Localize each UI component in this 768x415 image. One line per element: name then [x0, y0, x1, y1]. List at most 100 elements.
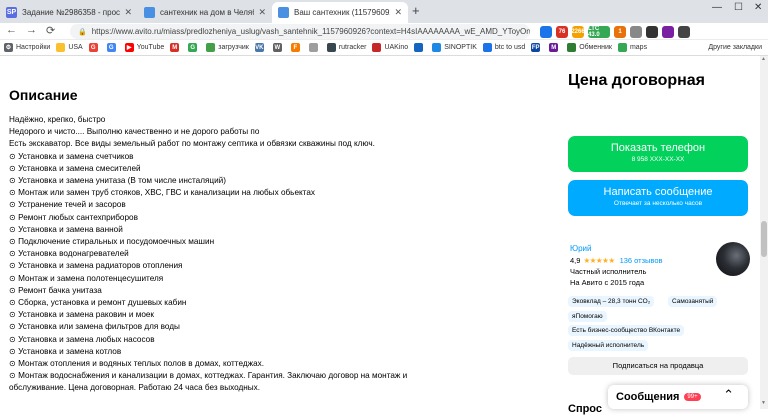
- description-line: Недорого и чисто.... Выполню качественно…: [9, 127, 260, 137]
- extension-icon[interactable]: [540, 26, 552, 38]
- sp-icon: SP: [6, 7, 17, 18]
- extension-icon[interactable]: 76: [556, 26, 568, 38]
- extension-icon[interactable]: 1: [614, 26, 626, 38]
- reliable-badge[interactable]: Надёжный исполнитель: [568, 340, 649, 351]
- bookmark-rutracker[interactable]: rutracker: [326, 43, 366, 52]
- seller-name[interactable]: Юрий: [570, 244, 591, 253]
- description-line: ⊙ Установка и замена котлов: [9, 346, 122, 356]
- description-line: ⊙ Установка или замена фильтров для воды: [9, 322, 180, 332]
- seller-since: На Авито с 2015 года: [570, 278, 645, 287]
- description-line: ⊙ Установка и замена счетчиков: [9, 151, 134, 161]
- fp-icon: FP: [531, 43, 541, 52]
- bookmark-vk[interactable]: VK: [254, 43, 267, 52]
- show-phone-label: Показать телефон: [610, 142, 706, 154]
- bookmark-uakino[interactable]: UAKino: [372, 43, 408, 52]
- bookmark-f[interactable]: F: [290, 43, 303, 52]
- bookmark-fp[interactable]: FP: [531, 43, 543, 52]
- extension-icon[interactable]: [646, 26, 658, 38]
- weather-icon: [432, 43, 442, 52]
- description-line: Надёжно, крепко, быстро: [9, 115, 106, 124]
- scrollbar-thumb[interactable]: [761, 221, 767, 257]
- bookmark-btc[interactable]: btc to usd: [482, 43, 525, 52]
- description-line: ⊙ Установка и замена любых насосов: [9, 334, 155, 344]
- tab-task[interactable]: SP Задание №2986358 - просмотр з ✕: [0, 2, 138, 23]
- tab-listing[interactable]: Ваш сантехник (1157960926) ✕: [272, 2, 408, 23]
- minimize-button[interactable]: —: [712, 2, 722, 13]
- forward-button[interactable]: →: [26, 24, 37, 36]
- maximize-button[interactable]: ☐: [734, 2, 743, 13]
- close-icon[interactable]: ✕: [124, 7, 132, 18]
- description-line: ⊙ Устранение течей и засоров: [9, 200, 126, 210]
- gmail-icon: M: [170, 43, 180, 52]
- page-content: Описание Надёжно, крепко, быстро Недорог…: [0, 56, 768, 415]
- scroll-down-icon[interactable]: ▼: [761, 400, 766, 406]
- back-button[interactable]: ←: [6, 24, 17, 36]
- bookmark-youtube[interactable]: ▶ YouTube: [124, 43, 164, 52]
- bookmarks-bar: ⚙ Настройки USA G G ▶ YouTube M G загрузчи…: [0, 40, 768, 56]
- close-icon[interactable]: ✕: [394, 7, 402, 18]
- description-line: ⊙ Монтаж или замен труб стояков, ХВС, ГВ…: [9, 188, 315, 198]
- show-phone-button[interactable]: Показать телефон 8 958 XXX-XX-XX: [568, 136, 748, 172]
- google-icon: [482, 43, 492, 52]
- bookmark-gmail[interactable]: M: [170, 43, 182, 52]
- scroll-up-icon[interactable]: ▲: [761, 56, 766, 62]
- bookmark-google[interactable]: G: [88, 43, 101, 52]
- gear-icon: ⚙: [4, 43, 13, 52]
- extension-icon[interactable]: [630, 26, 642, 38]
- eco-badge[interactable]: Эковклад – 28,3 тонн CO₂: [568, 296, 655, 307]
- bookmark-downloader[interactable]: загрузчик: [206, 43, 249, 52]
- bookmark-m[interactable]: M: [549, 43, 561, 52]
- bookmark-google[interactable]: G: [106, 43, 119, 52]
- messages-widget[interactable]: Сообщения 99+ ⌃: [608, 385, 748, 409]
- window-close-button[interactable]: ✕: [754, 2, 762, 13]
- bookmark-usa[interactable]: USA: [56, 43, 83, 52]
- seller-type: Частный исполнитель: [570, 267, 647, 276]
- extension-icon[interactable]: [662, 26, 674, 38]
- reviews-link[interactable]: 136 отзывов: [620, 256, 663, 265]
- messages-count-badge: 99+: [684, 393, 701, 401]
- new-tab-button[interactable]: +: [412, 3, 420, 18]
- bookmark-maps[interactable]: maps: [617, 43, 647, 52]
- document-icon: [308, 43, 318, 52]
- bookmark-exchanger[interactable]: Обменник: [567, 43, 612, 52]
- vk-community-badge[interactable]: Есть бизнес-сообщество ВКонтакте: [568, 325, 685, 336]
- description-line: ⊙ Установка и замена радиаторов отоплени…: [9, 261, 183, 271]
- profile-icon[interactable]: [678, 26, 690, 38]
- description-line: ⊙ Подключение стиральных и посудомоечных…: [9, 237, 215, 247]
- bookmark-w[interactable]: W: [272, 43, 285, 52]
- description-line: ⊙ Ремонт бачка унитаза: [9, 285, 102, 295]
- bookmark-icon: [414, 43, 424, 52]
- description-line: ⊙ Сборка, установка и ремонт душевых каб…: [9, 298, 187, 308]
- bookmark-extra[interactable]: [414, 43, 426, 52]
- google-icon: G: [88, 43, 98, 52]
- write-message-button[interactable]: Написать сообщение Отвечает за несколько…: [568, 180, 748, 216]
- section-heading: Спрос: [568, 403, 602, 415]
- bookmark-settings[interactable]: ⚙ Настройки: [4, 43, 50, 52]
- bookmark-sinoptik[interactable]: SINOPTIK: [432, 43, 477, 52]
- price: Цена договорная: [568, 72, 706, 89]
- tab-strip: SP Задание №2986358 - просмотр з ✕ санте…: [0, 0, 768, 23]
- avatar[interactable]: [716, 242, 750, 276]
- uakino-icon: [372, 43, 382, 52]
- bookmark-doc[interactable]: [308, 43, 321, 52]
- google-icon: G: [188, 43, 198, 52]
- url-input[interactable]: 🔒 https://www.avito.ru/miass/predlozheni…: [70, 24, 530, 39]
- extension-icon[interactable]: LTC 43.0: [588, 26, 610, 38]
- tab-search[interactable]: сантехник на дом в Челябинске ✕: [138, 2, 272, 23]
- google-icon: G: [106, 43, 116, 52]
- selfemployed-badge[interactable]: Самозанятый: [668, 296, 718, 307]
- chevron-up-icon[interactable]: ⌃: [723, 387, 734, 403]
- bookmark-google[interactable]: G: [188, 43, 200, 52]
- other-bookmarks[interactable]: Другие закладки: [708, 44, 762, 51]
- extension-icon[interactable]: 2266: [571, 26, 585, 38]
- subscribe-button[interactable]: Подписаться на продавца: [568, 357, 748, 375]
- rating-stars-icon: ★★★★★: [583, 256, 615, 265]
- tab-label: Задание №2986358 - просмотр з: [22, 8, 121, 17]
- scrollbar[interactable]: ▲ ▼: [760, 56, 768, 409]
- help-badge[interactable]: яПомогаю: [568, 311, 607, 322]
- description-line: ⊙ Установка водонагревателей: [9, 249, 129, 259]
- reload-button[interactable]: ⟳: [46, 24, 55, 37]
- description-line: Есть экскаватор. Все виды земельный рабо…: [9, 139, 375, 149]
- close-icon[interactable]: ✕: [258, 7, 266, 18]
- avito-icon: [144, 7, 155, 18]
